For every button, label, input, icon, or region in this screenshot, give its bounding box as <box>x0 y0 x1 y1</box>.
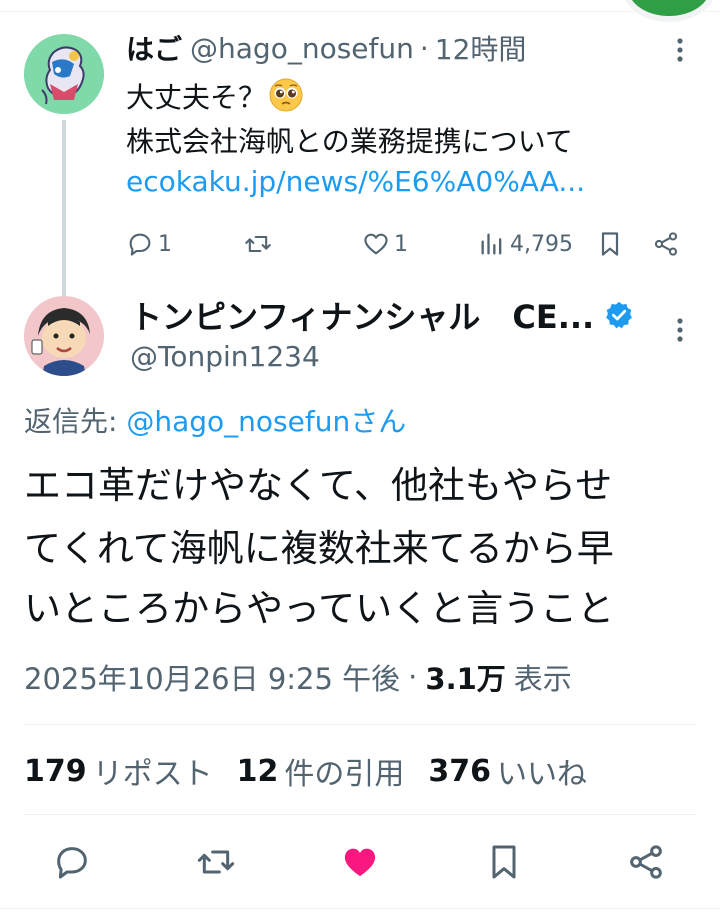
like-button[interactable]: 1 <box>362 226 408 262</box>
reposts-count[interactable]: 179 <box>24 754 87 789</box>
repost-icon <box>197 850 235 874</box>
share-icon <box>630 845 662 879</box>
bookmark-icon <box>601 232 619 256</box>
views-count: 4,795 <box>510 231 573 257</box>
verified-badge-icon[interactable] <box>604 300 634 330</box>
like-count: 1 <box>394 231 408 257</box>
author-handle[interactable]: @hago_nosefun <box>190 32 414 65</box>
replying-to: 返信先: @hago_nosefunさん <box>24 400 406 440</box>
avatar[interactable] <box>24 34 104 114</box>
replying-to-label: 返信先: <box>24 405 127 438</box>
main-tweet-actions <box>0 838 720 886</box>
views-label: 表示 <box>513 662 572 696</box>
tweet-timestamp[interactable]: 2025年10月26日 9:25 午後 <box>24 656 400 698</box>
top-divider <box>0 0 720 12</box>
tweet-text-line: エコ革だけやなくて、他社もやらせ <box>24 464 613 507</box>
author-handle[interactable]: @Tonpin1234 <box>130 340 320 373</box>
author-name[interactable]: はご <box>126 28 182 68</box>
tweet-time[interactable]: 12時間 <box>435 28 527 68</box>
author-name[interactable]: トンピンフィナンシャル CE... <box>130 292 594 338</box>
likes-label[interactable]: いいね <box>497 749 587 793</box>
separator-dot: · <box>419 31 429 65</box>
more-options-icon[interactable] <box>668 36 692 64</box>
reply-count: 1 <box>158 231 172 257</box>
repost-button[interactable] <box>244 226 272 262</box>
likes-count[interactable]: 376 <box>428 754 491 789</box>
bookmark-button[interactable] <box>482 838 526 886</box>
heart-filled-icon <box>344 848 376 877</box>
quotes-count[interactable]: 12 <box>237 754 279 789</box>
reply-icon <box>57 847 87 879</box>
reply-icon <box>129 233 151 256</box>
share-button[interactable] <box>624 838 668 886</box>
bookmark-button[interactable] <box>596 226 624 262</box>
thread-connector-line <box>62 120 66 296</box>
replying-to-user-link[interactable]: @hago_nosefunさん <box>126 405 406 438</box>
divider <box>0 908 720 909</box>
share-button[interactable] <box>652 226 680 262</box>
engagement-stats: 179 リポスト 12 件の引用 376 いいね <box>24 748 611 794</box>
reply-button[interactable]: 1 <box>126 226 172 262</box>
tweet-link[interactable]: ecokaku.jp/news/%E6%A0%AA... <box>126 165 585 198</box>
tweet-text-line: いところからやっていくと言うこと <box>24 587 615 630</box>
heart-outline-icon <box>364 233 388 255</box>
share-icon <box>654 232 678 256</box>
more-options-icon[interactable] <box>668 316 692 344</box>
like-button[interactable] <box>338 838 382 886</box>
pleading-face-icon <box>268 77 304 113</box>
views-count: 3.1万 <box>425 662 506 696</box>
floating-action-button[interactable] <box>628 0 710 16</box>
bookmark-icon <box>492 845 516 879</box>
divider <box>24 724 696 725</box>
tweet-text: 大丈夫そ？ <box>126 81 267 114</box>
tweet-meta: 2025年10月26日 9:25 午後 · 3.1万 表示 <box>24 656 572 698</box>
author-name-row: トンピンフィナンシャル CE... <box>130 294 634 336</box>
views-button[interactable]: 4,795 <box>478 226 573 262</box>
repost-icon <box>245 235 271 253</box>
parent-tweet-actions: 1 1 4,795 <box>0 226 720 262</box>
tweet-text-line: 大丈夫そ？ <box>126 76 304 116</box>
repost-button[interactable] <box>194 838 238 886</box>
divider <box>24 814 696 815</box>
reposts-label[interactable]: リポスト <box>93 749 213 793</box>
reply-button[interactable] <box>50 838 94 886</box>
views-chart-icon <box>481 233 502 255</box>
separator-dot: · <box>408 660 418 694</box>
tweet-text-line: てくれて海帆に複数社来てるから早 <box>24 527 614 570</box>
tweet-text: 株式会社海帆との業務提携について <box>126 125 573 158</box>
parent-tweet-header: はご @hago_nosefun · 12時間 <box>126 28 526 68</box>
quotes-label[interactable]: 件の引用 <box>284 749 404 793</box>
avatar[interactable] <box>24 296 104 376</box>
